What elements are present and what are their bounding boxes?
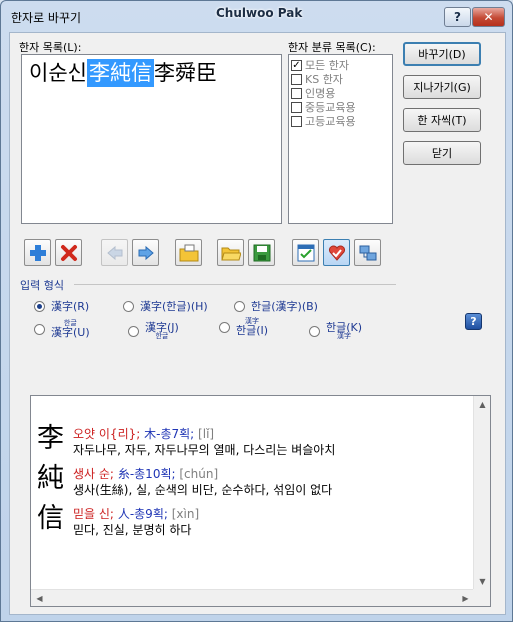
radio-icon[interactable] — [128, 325, 139, 337]
hanja-entry-head: 생사 순; 糸-총10획; [chún] — [73, 467, 219, 481]
save-icon — [253, 244, 270, 261]
hanja-entry-head: 믿을 신; 人-총9획; [xìn] — [73, 507, 200, 521]
close-button[interactable]: 닫기 — [403, 141, 481, 165]
hanja-detail-content: 李 오얏 이{리}; 木-총7획; [lǐ] 자두나무, 자두, 자두나무의 열… — [37, 422, 477, 542]
category-list: ✓ 모든 한자 KS 한자 인명용 중등교육용 고등교육용 — [288, 54, 393, 224]
scroll-up-icon[interactable]: ▲ — [474, 396, 490, 413]
scroll-corner — [473, 589, 490, 606]
move-right-button[interactable] — [132, 239, 159, 266]
checkbox-icon[interactable] — [291, 73, 302, 85]
group-divider — [74, 284, 396, 285]
hanja-meaning: 생사(生絲), 실, 순색의 비단, 순수하다, 섞임이 없다 — [73, 483, 333, 497]
heart-check-icon — [328, 245, 345, 261]
hanja-detail-panel[interactable]: 李 오얏 이{리}; 木-총7획; [lǐ] 자두나무, 자두, 자두나무의 열… — [30, 395, 491, 607]
vertical-scrollbar[interactable]: ▲ ▼ — [473, 396, 490, 590]
folder-open-icon — [220, 247, 241, 260]
horizontal-scrollbar[interactable]: ◀ ▶ — [31, 589, 474, 606]
watermark-text: Chulwoo Pak — [216, 6, 303, 20]
radio-ruby-hangul-top[interactable]: 한글 漢字(U) — [34, 320, 90, 338]
radio-icon[interactable] — [309, 325, 320, 337]
hanja-entry-head: 오얏 이{리}; 木-총7획; [lǐ] — [73, 427, 215, 441]
dialog-client-area: 한자 목록(L): 이순신李純信李舜臣 한자 분류 목록(C): ✓ 모든 한자 … — [9, 32, 506, 615]
radio-hanja[interactable]: 漢字(R) — [34, 298, 89, 314]
add-word-button[interactable] — [24, 239, 51, 266]
hanja-char: 信 — [37, 503, 64, 534]
hanja-meaning: 믿다, 진실, 분명히 하다 — [73, 523, 192, 537]
hanja-entry: 純 생사 순; 糸-총10획; [chún] 생사(生絲), 실, 순색의 비단… — [37, 462, 477, 502]
title-close-button[interactable]: ✕ — [472, 7, 505, 27]
hanja-list-original-text: 이순신 — [29, 61, 87, 85]
radio-icon[interactable] — [34, 300, 45, 312]
category-item-high-school[interactable]: 고등교육용 — [291, 114, 392, 128]
window-title: 한자로 바꾸기 — [11, 11, 82, 25]
help-icon[interactable]: ? — [465, 313, 482, 330]
hanja-char: 純 — [37, 463, 64, 494]
radio-ruby-hanja-top[interactable]: 漢字 한글(I) — [219, 318, 268, 336]
one-char-button[interactable]: 한 자씩(T) — [403, 108, 481, 132]
hanja-meaning: 자두나무, 자두, 자두나무의 열매, 다스리는 벼슬아치 — [73, 443, 336, 457]
save-button[interactable] — [248, 239, 275, 266]
open-folder-button[interactable] — [217, 239, 244, 266]
category-list-label: 한자 분류 목록(C): — [288, 41, 376, 54]
radio-icon[interactable] — [123, 300, 134, 312]
move-left-button[interactable] — [101, 239, 128, 266]
hanja-entry: 李 오얏 이{리}; 木-총7획; [lǐ] 자두나무, 자두, 자두나무의 열… — [37, 422, 477, 462]
checkbox-icon[interactable] — [291, 115, 302, 127]
hanja-entry: 信 믿을 신; 人-총9획; [xìn] 믿다, 진실, 분명히 하다 — [37, 502, 477, 542]
arrow-left-icon — [106, 245, 122, 260]
category-item-names[interactable]: 인명용 — [291, 86, 392, 100]
radio-icon[interactable] — [34, 323, 45, 335]
radio-ruby-hangul-bottom[interactable]: 漢字(J) 한글 — [128, 322, 179, 340]
checklist-icon — [297, 244, 314, 261]
input-format-label: 입력 형식 — [20, 279, 64, 292]
title-bar[interactable]: 한자로 바꾸기 Chulwoo Pak ? ✕ — [1, 1, 512, 31]
checkbox-icon[interactable] — [291, 87, 302, 99]
add-icon — [29, 244, 46, 261]
load-dictionary-button[interactable] — [175, 239, 202, 266]
radio-ruby-hanja-bottom[interactable]: 한글(K) 漢字 — [309, 322, 362, 340]
checklist-button[interactable] — [292, 239, 319, 266]
radio-hanja-hangul[interactable]: 漢字(한글)(H) — [123, 298, 208, 314]
checkbox-icon[interactable] — [291, 101, 302, 113]
scroll-left-icon[interactable]: ◀ — [31, 590, 48, 606]
scroll-right-icon[interactable]: ▶ — [457, 590, 474, 606]
hanja-char: 李 — [37, 423, 64, 454]
delete-word-button[interactable] — [55, 239, 82, 266]
folder-abc-icon — [179, 244, 198, 261]
category-item-middle-school[interactable]: 중등교육용 — [291, 100, 392, 114]
replace-button[interactable]: 바꾸기(D) — [403, 42, 481, 66]
network-button[interactable] — [354, 239, 381, 266]
hanja-list[interactable]: 이순신李純信李舜臣 — [21, 54, 282, 224]
category-item-all[interactable]: ✓ 모든 한자 — [291, 58, 392, 72]
arrow-right-icon — [138, 245, 154, 260]
hanja-list-label: 한자 목록(L): — [19, 41, 82, 54]
network-icon — [359, 245, 376, 260]
hanja-list-item[interactable]: 李舜臣 — [154, 59, 217, 87]
category-item-ks[interactable]: KS 한자 — [291, 72, 392, 86]
delete-icon — [60, 244, 77, 261]
title-help-button[interactable]: ? — [444, 7, 471, 27]
hanja-list-selected-item[interactable]: 李純信 — [86, 59, 154, 87]
favorite-button[interactable] — [323, 239, 350, 266]
scroll-down-icon[interactable]: ▼ — [474, 573, 490, 590]
radio-icon[interactable] — [234, 300, 245, 312]
radio-hangul-hanja[interactable]: 한글(漢字)(B) — [234, 298, 318, 314]
radio-icon[interactable] — [219, 321, 230, 333]
checkbox-icon[interactable]: ✓ — [291, 59, 302, 71]
skip-button[interactable]: 지나가기(G) — [403, 75, 481, 99]
dialog-window: 한자로 바꾸기 Chulwoo Pak ? ✕ 한자 목록(L): 이순신李純信… — [0, 0, 513, 622]
